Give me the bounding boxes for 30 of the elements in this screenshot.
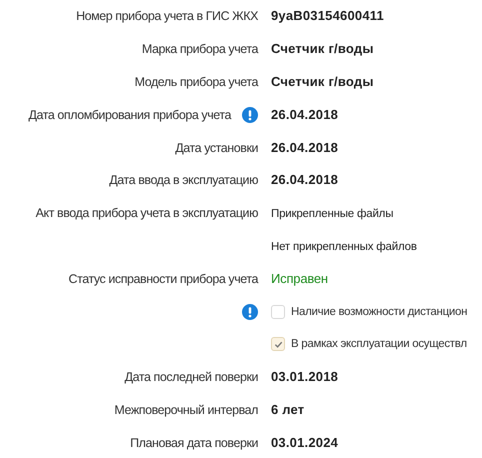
field-value: 6 лет xyxy=(271,402,304,417)
no-files-note: Нет прикрепленных файлов xyxy=(271,240,417,253)
field-label: Статус исправности прибора учета xyxy=(68,272,258,286)
field-label: Акт ввода прибора учета в эксплуатацию xyxy=(36,206,258,220)
attachments-heading: Прикрепленные файлы xyxy=(271,208,394,220)
checkbox-label: Наличие возможности дистанцион xyxy=(291,306,468,318)
field-label: Модель прибора учета xyxy=(134,74,258,89)
info-icon xyxy=(242,304,258,320)
checkbox[interactable] xyxy=(271,337,285,352)
field-value: Счетчик г/воды xyxy=(271,74,374,89)
field-label: Дата опломбирования прибора учета xyxy=(28,108,231,122)
field-value: 9yaB03154600411 xyxy=(271,8,384,24)
field-value: 03.01.2024 xyxy=(271,434,338,450)
checkbox-label: В рамках эксплуатации осуществл xyxy=(291,338,467,350)
field-label: Дата последней поверки xyxy=(124,370,258,384)
field-value: Счетчик г/воды xyxy=(271,41,374,56)
field-label: Марка прибора учета xyxy=(142,42,258,56)
field-label: Номер прибора учета в ГИС ЖКХ xyxy=(76,9,258,24)
field-value: 26.04.2018 xyxy=(271,106,338,122)
field-value: 03.01.2018 xyxy=(271,369,338,384)
field-label: Дата ввода в эксплуатацию xyxy=(109,173,258,188)
field-value: 26.04.2018 xyxy=(271,172,338,188)
field-label: Плановая дата поверки xyxy=(130,436,258,450)
field-label: Межповерочный интервал xyxy=(114,402,258,417)
field-label: Дата установки xyxy=(175,140,258,155)
field-value: 26.04.2018 xyxy=(271,140,338,155)
check-icon xyxy=(274,340,282,349)
checkbox[interactable] xyxy=(271,304,285,319)
info-icon xyxy=(242,106,258,123)
status-value: Исправен xyxy=(271,270,328,286)
